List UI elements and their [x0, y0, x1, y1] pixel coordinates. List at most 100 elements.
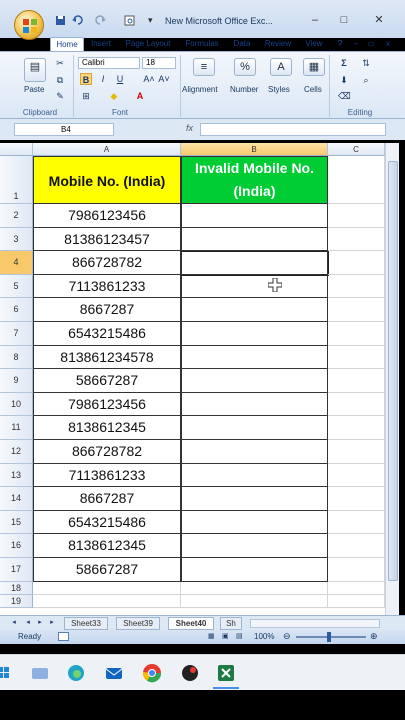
cell[interactable] [328, 510, 385, 535]
row-header[interactable]: 13 [0, 463, 33, 488]
invalid-mobile-cell[interactable] [181, 298, 328, 322]
last-sheet-icon[interactable]: ▸ [46, 617, 58, 629]
row-header[interactable]: 10 [0, 392, 33, 417]
tab-review[interactable]: Review [262, 37, 294, 51]
mobile-number-cell[interactable]: 58667287 [33, 369, 181, 393]
insert-function-icon[interactable]: fx [186, 123, 193, 133]
cells-icon[interactable]: ▦ [303, 58, 325, 76]
shrink-font-button[interactable]: A˅ [158, 73, 170, 85]
start-icon[interactable] [0, 663, 14, 683]
vertical-scrollbar[interactable] [385, 143, 399, 615]
mobile-number-cell[interactable]: 7113861233 [33, 463, 181, 488]
copy-icon[interactable]: ⧉ [54, 74, 66, 86]
tab-view[interactable]: View [302, 37, 326, 51]
cells-label[interactable]: Cells [304, 85, 322, 94]
mobile-number-cell[interactable]: 8138612345 [33, 534, 181, 558]
cell[interactable] [328, 251, 385, 275]
zoom-slider[interactable] [296, 636, 366, 638]
cell[interactable] [328, 558, 385, 582]
customize-toolbar-icon[interactable]: ▾ [148, 15, 159, 26]
save-icon[interactable] [55, 15, 66, 26]
ribbon-close-icon[interactable]: x [383, 37, 393, 51]
page-layout-view-icon[interactable]: ▣ [222, 632, 229, 640]
number-label[interactable]: Number [230, 85, 258, 94]
next-sheet-icon[interactable]: ▸ [34, 617, 46, 629]
normal-view-icon[interactable]: ▦ [208, 632, 215, 640]
borders-icon[interactable]: ⊞ [80, 90, 92, 102]
formula-input[interactable] [200, 123, 386, 136]
styles-label[interactable]: Styles [268, 85, 290, 94]
tab-formulas[interactable]: Formulas [182, 37, 222, 51]
prev-sheet-icon[interactable]: ◂ [22, 617, 34, 629]
header-cell-invalid-mobile-no[interactable]: Invalid Mobile No. (India) [181, 156, 328, 204]
mobile-number-cell[interactable]: 813861234578 [33, 345, 181, 370]
cell[interactable] [328, 156, 385, 204]
maximize-button[interactable]: □ [337, 13, 351, 27]
underline-button[interactable]: U [114, 73, 126, 85]
row-header[interactable]: 17 [0, 558, 33, 582]
mobile-number-cell[interactable]: 7113861233 [33, 274, 181, 299]
invalid-mobile-cell[interactable] [181, 274, 328, 299]
fill-icon[interactable]: ⬇ [338, 74, 350, 86]
sheet-tab[interactable]: Sheet33 [64, 617, 108, 630]
cell[interactable] [328, 416, 385, 440]
cell[interactable] [33, 581, 181, 595]
invalid-mobile-cell[interactable] [181, 416, 328, 440]
row-header[interactable]: 16 [0, 534, 33, 558]
cell[interactable] [328, 274, 385, 299]
cell[interactable] [328, 534, 385, 558]
redo-icon[interactable] [95, 15, 106, 26]
cell[interactable] [181, 581, 328, 595]
paste-icon[interactable]: ▤ [24, 58, 46, 82]
zoom-out-icon[interactable]: ⊖ [283, 631, 291, 642]
find-select-icon[interactable]: ⌕ [360, 74, 372, 86]
row-header[interactable]: 7 [0, 322, 33, 346]
row-header[interactable]: 2 [0, 204, 33, 228]
alignment-label[interactable]: Alignment [182, 85, 218, 94]
cell[interactable] [328, 322, 385, 346]
invalid-mobile-cell[interactable] [181, 487, 328, 511]
mobile-number-cell[interactable]: 6543215486 [33, 322, 181, 346]
row-header[interactable]: 6 [0, 298, 33, 322]
page-break-view-icon[interactable]: ▤ [236, 632, 243, 640]
column-header-c[interactable]: C [328, 143, 385, 156]
file-explorer-icon[interactable] [30, 663, 50, 683]
tab-page-layout[interactable]: Page Layout [122, 37, 174, 51]
cell[interactable] [328, 392, 385, 417]
cell[interactable] [328, 227, 385, 252]
worksheet-grid[interactable]: A B C 1 Mobile No. (India) Invalid Mobil… [0, 143, 385, 615]
sheet-tab-active[interactable]: Sheet40 [168, 617, 214, 630]
tab-data[interactable]: Data [230, 37, 254, 51]
print-preview-icon[interactable] [124, 15, 135, 26]
office-button[interactable] [14, 10, 44, 40]
horizontal-scrollbar[interactable] [250, 619, 380, 628]
clear-icon[interactable]: ⌫ [338, 90, 351, 102]
edge-icon[interactable] [66, 663, 86, 683]
zoom-level[interactable]: 100% [254, 632, 274, 641]
cell[interactable] [181, 594, 328, 608]
ribbon-restore-icon[interactable]: ▭ [366, 37, 376, 51]
fill-color-icon[interactable]: ◆ [108, 90, 120, 102]
invalid-mobile-cell[interactable] [181, 534, 328, 558]
invalid-mobile-cell[interactable] [181, 369, 328, 393]
invalid-mobile-cell[interactable] [181, 227, 328, 252]
tab-home[interactable]: Home [50, 37, 84, 51]
mobile-number-cell[interactable]: 7986123456 [33, 392, 181, 417]
invalid-mobile-cell[interactable] [181, 204, 328, 228]
cell[interactable] [328, 463, 385, 488]
column-header-b[interactable]: B [181, 143, 328, 156]
row-header[interactable]: 11 [0, 416, 33, 440]
row-header[interactable]: 19 [0, 594, 33, 608]
cell[interactable] [328, 369, 385, 393]
mobile-number-cell[interactable]: 8138612345 [33, 416, 181, 440]
invalid-mobile-cell[interactable] [181, 392, 328, 417]
invalid-mobile-cell[interactable] [181, 322, 328, 346]
row-header[interactable]: 5 [0, 274, 33, 299]
italic-button[interactable]: I [97, 73, 109, 85]
sheet-tab[interactable]: Sheet39 [116, 617, 160, 630]
sort-filter-icon[interactable]: ⇅ [360, 57, 372, 69]
mobile-number-cell[interactable]: 58667287 [33, 558, 181, 582]
first-sheet-icon[interactable]: ◂ [8, 617, 20, 629]
select-all-corner[interactable] [0, 143, 33, 156]
sheet-tab[interactable]: Sh [220, 617, 242, 630]
